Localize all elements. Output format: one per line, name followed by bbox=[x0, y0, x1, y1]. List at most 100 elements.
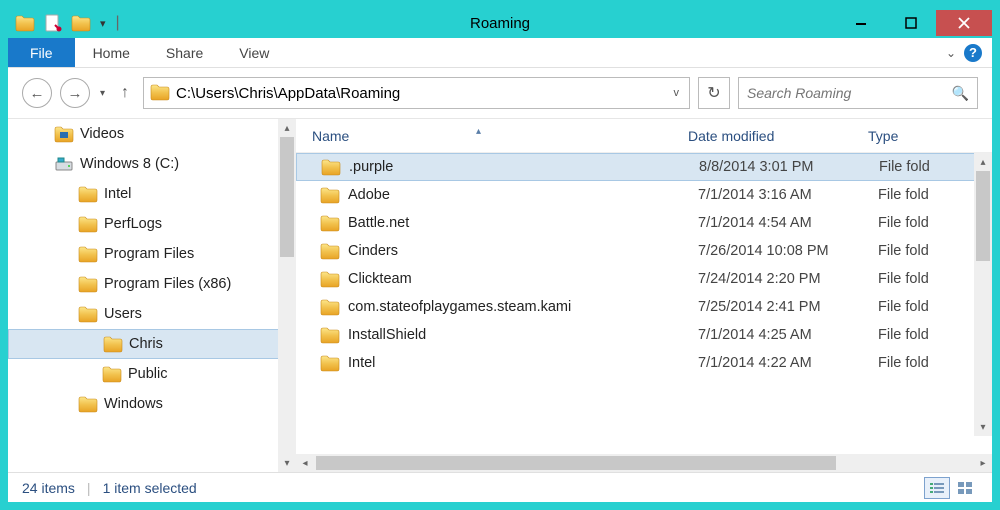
scroll-down-icon[interactable]: ▾ bbox=[974, 418, 992, 436]
folder-icon bbox=[321, 158, 341, 176]
folder-icon bbox=[54, 155, 74, 173]
tree-item[interactable]: Program Files bbox=[8, 239, 296, 269]
list-hscrollbar[interactable]: ◂ ▸ bbox=[296, 454, 992, 472]
folder-icon bbox=[103, 335, 123, 353]
tree-item[interactable]: PerfLogs bbox=[8, 209, 296, 239]
scroll-right-icon[interactable]: ▸ bbox=[974, 454, 992, 472]
file-row[interactable]: InstallShield7/1/2014 4:25 AMFile fold bbox=[296, 321, 992, 349]
scroll-thumb[interactable] bbox=[976, 171, 990, 261]
ribbon-tabs: File Home Share View ⌄ ? bbox=[8, 38, 992, 68]
tree-item[interactable]: Program Files (x86) bbox=[8, 269, 296, 299]
tree-item[interactable]: Public bbox=[8, 359, 296, 389]
qat-dropdown-icon[interactable]: ▾ bbox=[100, 17, 106, 30]
search-icon[interactable]: 🔍 bbox=[952, 85, 969, 102]
tree-item[interactable]: Windows 8 (C:) bbox=[8, 149, 296, 179]
status-item-count: 24 items bbox=[22, 480, 75, 496]
file-date: 7/25/2014 2:41 PM bbox=[698, 299, 878, 315]
file-name: Intel bbox=[348, 355, 698, 371]
back-button[interactable]: ← bbox=[22, 78, 52, 108]
refresh-button[interactable]: ↻ bbox=[698, 77, 730, 109]
address-input[interactable] bbox=[176, 85, 663, 102]
tree-item-label: Videos bbox=[80, 126, 124, 142]
file-row[interactable]: Clickteam7/24/2014 2:20 PMFile fold bbox=[296, 265, 992, 293]
qat-newfolder-icon[interactable] bbox=[70, 12, 92, 34]
folder-icon bbox=[102, 365, 122, 383]
folder-icon bbox=[54, 125, 74, 143]
file-date: 7/26/2014 10:08 PM bbox=[698, 243, 878, 259]
view-thumbnails-button[interactable] bbox=[952, 477, 978, 499]
search-box[interactable]: 🔍 bbox=[738, 77, 978, 109]
file-name: Clickteam bbox=[348, 271, 698, 287]
address-bar[interactable]: v bbox=[143, 77, 690, 109]
folder-icon bbox=[320, 242, 340, 260]
folder-icon bbox=[78, 395, 98, 413]
tree-item-label: Public bbox=[128, 366, 168, 382]
file-name: Battle.net bbox=[348, 215, 698, 231]
file-name: Adobe bbox=[348, 187, 698, 203]
file-date: 7/1/2014 4:54 AM bbox=[698, 215, 878, 231]
tree-item[interactable]: Chris bbox=[8, 329, 296, 359]
file-name: com.stateofplaygames.steam.kami bbox=[348, 299, 698, 315]
folder-icon bbox=[320, 214, 340, 232]
column-date[interactable]: Date modified bbox=[688, 128, 868, 144]
nav-bar: ← → ▾ ↑ v ↻ 🔍 bbox=[8, 68, 992, 118]
file-row[interactable]: Cinders7/26/2014 10:08 PMFile fold bbox=[296, 237, 992, 265]
folder-icon bbox=[320, 298, 340, 316]
scroll-left-icon[interactable]: ◂ bbox=[296, 454, 314, 472]
address-folder-icon bbox=[150, 83, 170, 103]
tree-item-label: Chris bbox=[129, 336, 163, 352]
status-bar: 24 items | 1 item selected bbox=[8, 472, 992, 502]
column-type[interactable]: Type bbox=[868, 128, 992, 144]
file-row[interactable]: Adobe7/1/2014 3:16 AMFile fold bbox=[296, 181, 992, 209]
tab-file[interactable]: File bbox=[8, 38, 75, 67]
file-name: .purple bbox=[349, 159, 699, 175]
file-date: 7/1/2014 4:22 AM bbox=[698, 355, 878, 371]
folder-icon bbox=[78, 305, 98, 323]
search-input[interactable] bbox=[747, 85, 946, 101]
close-button[interactable] bbox=[936, 10, 992, 36]
scroll-down-icon[interactable]: ▾ bbox=[278, 454, 296, 472]
file-row[interactable]: Intel7/1/2014 4:22 AMFile fold bbox=[296, 349, 992, 377]
nav-tree[interactable]: Videos Windows 8 (C:) IntelPerfLogs Program… bbox=[8, 119, 296, 472]
scroll-thumb[interactable] bbox=[280, 137, 294, 257]
tab-share[interactable]: Share bbox=[148, 38, 221, 67]
view-details-button[interactable] bbox=[924, 477, 950, 499]
tree-item-label: Windows 8 (C:) bbox=[80, 156, 179, 172]
file-list: Name▴ Date modified Type .purple8/8/2014… bbox=[296, 119, 992, 472]
tree-item-label: Program Files bbox=[104, 246, 194, 262]
tree-scrollbar[interactable]: ▴ ▾ bbox=[278, 119, 296, 472]
file-date: 7/1/2014 4:25 AM bbox=[698, 327, 878, 343]
tree-item-label: Windows bbox=[104, 396, 163, 412]
folder-icon bbox=[78, 275, 98, 293]
column-headers[interactable]: Name▴ Date modified Type bbox=[296, 119, 992, 153]
file-row[interactable]: com.stateofplaygames.steam.kami7/25/2014… bbox=[296, 293, 992, 321]
scroll-thumb[interactable] bbox=[316, 456, 836, 470]
scroll-up-icon[interactable]: ▴ bbox=[278, 119, 296, 137]
list-vscrollbar[interactable]: ▴ ▾ bbox=[974, 153, 992, 436]
file-date: 8/8/2014 3:01 PM bbox=[699, 159, 879, 175]
file-row[interactable]: Battle.net7/1/2014 4:54 AMFile fold bbox=[296, 209, 992, 237]
history-dropdown-icon[interactable]: ▾ bbox=[100, 88, 105, 99]
status-selected-count: 1 item selected bbox=[103, 480, 197, 496]
tab-home[interactable]: Home bbox=[75, 38, 148, 67]
tree-item[interactable]: Windows bbox=[8, 389, 296, 419]
file-row[interactable]: .purple8/8/2014 3:01 PMFile fold bbox=[296, 153, 992, 181]
up-button[interactable]: ↑ bbox=[121, 84, 129, 102]
qat-properties-icon[interactable] bbox=[42, 12, 64, 34]
tree-item-label: Users bbox=[104, 306, 142, 322]
address-dropdown-icon[interactable]: v bbox=[670, 87, 684, 99]
tree-item[interactable]: Users bbox=[8, 299, 296, 329]
ribbon-expand-icon[interactable]: ⌄ bbox=[946, 46, 956, 60]
tree-item[interactable]: Intel bbox=[8, 179, 296, 209]
tab-view[interactable]: View bbox=[221, 38, 287, 67]
column-name[interactable]: Name▴ bbox=[296, 128, 688, 144]
maximize-button[interactable] bbox=[886, 10, 936, 36]
minimize-button[interactable] bbox=[836, 10, 886, 36]
folder-icon bbox=[320, 186, 340, 204]
qat-folder-icon[interactable] bbox=[14, 12, 36, 34]
scroll-up-icon[interactable]: ▴ bbox=[974, 153, 992, 171]
help-icon[interactable]: ? bbox=[964, 44, 982, 62]
sort-indicator-icon: ▴ bbox=[476, 126, 481, 137]
tree-item[interactable]: Videos bbox=[8, 119, 296, 149]
forward-button[interactable]: → bbox=[60, 78, 90, 108]
